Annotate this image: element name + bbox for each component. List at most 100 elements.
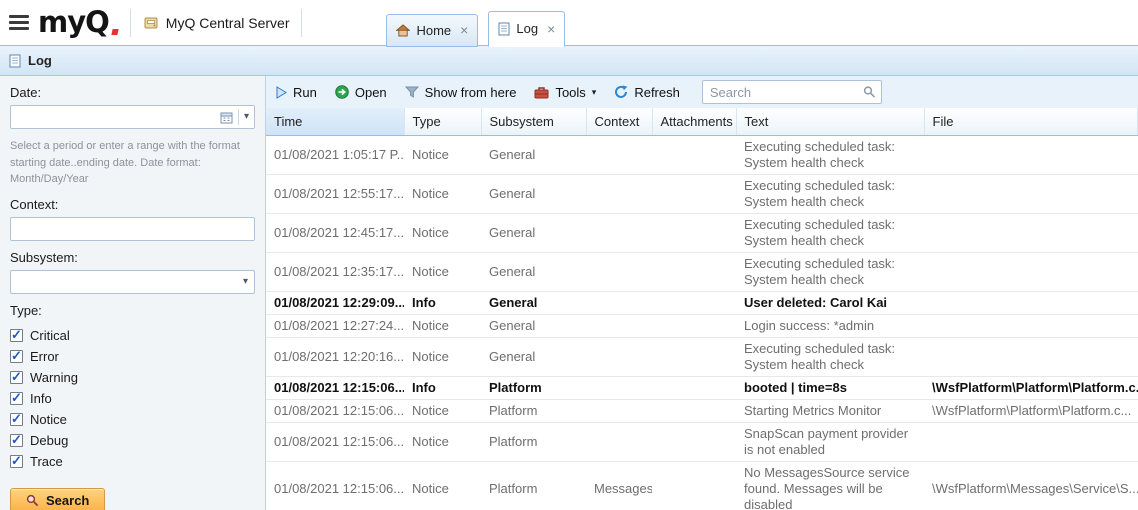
app-window: myQ MyQ Central Server Home × Log × Log xyxy=(0,0,1138,510)
column-header-attachments[interactable]: Attachments xyxy=(652,108,736,135)
log-table-row[interactable]: 01/08/2021 12:20:16... Notice General Ex… xyxy=(266,337,1138,376)
type-filter-option[interactable]: ✓ Info xyxy=(10,388,255,409)
tab-close-icon[interactable]: × xyxy=(460,23,468,37)
log-table-row[interactable]: 01/08/2021 12:15:06... Notice Platform M… xyxy=(266,461,1138,510)
log-table-row[interactable]: 01/08/2021 12:27:24... Notice General Lo… xyxy=(266,314,1138,337)
tab-home[interactable]: Home × xyxy=(386,14,478,47)
type-filter-option[interactable]: ✓ Debug xyxy=(10,430,255,451)
cell-attachments xyxy=(652,337,736,376)
log-table-row[interactable]: 01/08/2021 1:05:17 P... Notice General E… xyxy=(266,135,1138,174)
log-table-row[interactable]: 01/08/2021 12:15:06... Notice Platform S… xyxy=(266,399,1138,422)
log-table-row[interactable]: 01/08/2021 12:55:17... Notice General Ex… xyxy=(266,174,1138,213)
divider xyxy=(301,9,302,37)
log-table-row[interactable]: 01/08/2021 12:35:17... Notice General Ex… xyxy=(266,252,1138,291)
type-checkbox-label: Debug xyxy=(30,433,68,448)
column-header-subsystem[interactable]: Subsystem xyxy=(481,108,586,135)
type-filter-option[interactable]: ✓ Warning xyxy=(10,367,255,388)
cell-text: booted | time=8s xyxy=(736,376,924,399)
cell-context xyxy=(586,135,652,174)
checkbox[interactable]: ✓ xyxy=(10,413,23,426)
server-selector[interactable]: MyQ Central Server xyxy=(143,15,290,31)
checkbox[interactable]: ✓ xyxy=(10,350,23,363)
page-title: Log xyxy=(28,53,52,68)
cell-context xyxy=(586,213,652,252)
tab-close-icon[interactable]: × xyxy=(547,22,555,36)
show-from-here-button[interactable]: Show from here xyxy=(405,85,517,100)
column-header-file[interactable]: File xyxy=(924,108,1138,135)
cell-time: 01/08/2021 12:20:16... xyxy=(266,337,404,376)
cell-subsystem: Platform xyxy=(481,399,586,422)
context-input[interactable] xyxy=(10,217,255,241)
tools-label: Tools xyxy=(555,85,585,100)
cell-text: User deleted: Carol Kai xyxy=(736,291,924,314)
cell-time: 01/08/2021 1:05:17 P... xyxy=(266,135,404,174)
type-filter-option[interactable]: ✓ Trace xyxy=(10,451,255,472)
chevron-down-icon[interactable]: ▾ xyxy=(244,112,249,122)
type-filter-option[interactable]: ✓ Notice xyxy=(10,409,255,430)
refresh-button[interactable]: Refresh xyxy=(614,85,680,100)
column-header-time[interactable]: Time xyxy=(266,108,404,135)
open-button[interactable]: Open xyxy=(335,85,387,100)
log-grid: Time Type Subsystem Context Attachments … xyxy=(266,108,1138,510)
menu-icon[interactable] xyxy=(6,13,32,32)
checkbox[interactable]: ✓ xyxy=(10,434,23,447)
column-header-text[interactable]: Text xyxy=(736,108,924,135)
type-filter-option[interactable]: ✓ Error xyxy=(10,346,255,367)
cell-attachments xyxy=(652,135,736,174)
date-label: Date: xyxy=(10,85,255,100)
open-icon xyxy=(335,85,349,99)
log-table-row[interactable]: 01/08/2021 12:29:09... Info General User… xyxy=(266,291,1138,314)
search-icon xyxy=(26,494,39,507)
type-checkbox-label: Critical xyxy=(30,328,70,343)
cell-text: SnapScan payment provider is not enabled xyxy=(736,422,924,461)
check-icon: ✓ xyxy=(11,390,22,406)
type-checkbox-label: Trace xyxy=(30,454,63,469)
checkbox[interactable]: ✓ xyxy=(10,371,23,384)
search-button[interactable]: Search xyxy=(10,488,105,510)
log-search-input[interactable] xyxy=(702,80,882,104)
divider xyxy=(130,9,131,37)
cell-file xyxy=(924,174,1138,213)
tools-button[interactable]: Tools ▾ xyxy=(534,85,596,100)
cell-subsystem: General xyxy=(481,314,586,337)
check-icon: ✓ xyxy=(11,411,22,427)
cell-text: Executing scheduled task: System health … xyxy=(736,337,924,376)
open-label: Open xyxy=(355,85,387,100)
cell-attachments xyxy=(652,213,736,252)
tab-label: Log xyxy=(516,21,538,36)
cell-time: 01/08/2021 12:45:17... xyxy=(266,213,404,252)
cell-time: 01/08/2021 12:55:17... xyxy=(266,174,404,213)
cell-attachments xyxy=(652,174,736,213)
tab-label: Home xyxy=(416,23,451,38)
chevron-down-icon[interactable]: ▾ xyxy=(243,277,248,287)
column-header-context[interactable]: Context xyxy=(586,108,652,135)
type-filter-option[interactable]: ✓ Critical xyxy=(10,325,255,346)
subsystem-select[interactable] xyxy=(10,270,255,294)
log-table-row[interactable]: 01/08/2021 12:15:06... Info Platform boo… xyxy=(266,376,1138,399)
cell-subsystem: Platform xyxy=(481,422,586,461)
cell-attachments xyxy=(652,252,736,291)
log-table-row[interactable]: 01/08/2021 12:45:17... Notice General Ex… xyxy=(266,213,1138,252)
log-panel: Run Open Show from here Tools ▾ Re xyxy=(266,76,1138,510)
show-from-here-icon xyxy=(405,86,419,98)
cell-subsystem: General xyxy=(481,291,586,314)
column-header-type[interactable]: Type xyxy=(404,108,481,135)
checkbox[interactable]: ✓ xyxy=(10,329,23,342)
tab-log[interactable]: Log × xyxy=(488,11,565,47)
log-table-row[interactable]: 01/08/2021 12:15:06... Notice Platform S… xyxy=(266,422,1138,461)
divider xyxy=(238,109,239,125)
cell-attachments xyxy=(652,461,736,510)
logo-text: myQ xyxy=(38,5,109,39)
calendar-icon[interactable] xyxy=(220,111,233,124)
run-button[interactable]: Run xyxy=(276,85,317,100)
checkbox[interactable]: ✓ xyxy=(10,392,23,405)
cell-context xyxy=(586,337,652,376)
search-icon xyxy=(863,86,876,99)
type-checkbox-label: Error xyxy=(30,349,59,364)
cell-type: Notice xyxy=(404,399,481,422)
log-toolbar: Run Open Show from here Tools ▾ Re xyxy=(266,76,1138,108)
table-header-row: Time Type Subsystem Context Attachments … xyxy=(266,108,1138,135)
tools-icon xyxy=(534,86,549,99)
cell-context xyxy=(586,174,652,213)
checkbox[interactable]: ✓ xyxy=(10,455,23,468)
